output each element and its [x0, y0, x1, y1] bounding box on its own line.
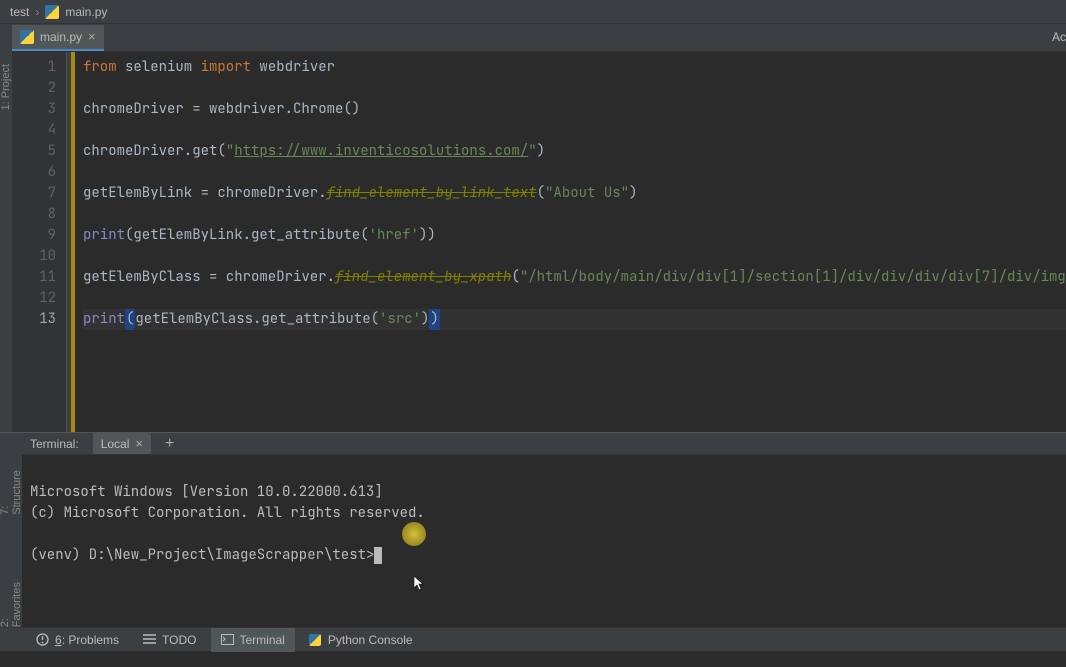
- close-icon[interactable]: ×: [88, 29, 96, 44]
- editor-tab-label: main.py: [40, 30, 82, 44]
- left-tool-strip-lower: 7: Structure 2: Favorites: [0, 433, 22, 627]
- code-editor[interactable]: 12345678910111213 from selenium import w…: [12, 52, 1066, 432]
- python-file-icon: [45, 5, 59, 19]
- code-line[interactable]: [83, 120, 1066, 141]
- tool-structure[interactable]: 7: Structure: [0, 463, 23, 515]
- terminal-cursor: [374, 547, 382, 564]
- terminal-title: Terminal:: [30, 437, 79, 451]
- editor-tab-bar: main.py ×: [12, 24, 1066, 52]
- breadcrumb-root[interactable]: test: [10, 5, 29, 19]
- code-line[interactable]: print(getElemByClass.get_attribute('src'…: [83, 309, 1066, 330]
- code-line[interactable]: from selenium import webdriver: [83, 57, 1066, 78]
- code-line[interactable]: print(getElemByLink.get_attribute('href'…: [83, 225, 1066, 246]
- code-line[interactable]: [83, 246, 1066, 267]
- breadcrumb: test › main.py: [0, 0, 1066, 24]
- code-line[interactable]: chromeDriver = webdriver.Chrome(): [83, 99, 1066, 120]
- chevron-right-icon: ›: [35, 5, 39, 19]
- close-icon[interactable]: ×: [135, 436, 143, 451]
- line-gutter: 12345678910111213: [12, 52, 67, 432]
- code-line[interactable]: [83, 204, 1066, 225]
- editor-tab-main[interactable]: main.py ×: [12, 25, 104, 51]
- breadcrumb-file[interactable]: main.py: [65, 5, 107, 19]
- tool-favorites[interactable]: 2: Favorites: [0, 575, 23, 627]
- code-line[interactable]: chromeDriver.get("https://www.inventicos…: [83, 141, 1066, 162]
- terminal-header: Terminal: Local × +: [22, 433, 1066, 455]
- code-line[interactable]: getElemByLink = chromeDriver.find_elemen…: [83, 183, 1066, 204]
- code-line[interactable]: getElemByClass = chromeDriver.find_eleme…: [83, 267, 1066, 288]
- python-file-icon: [20, 30, 34, 44]
- terminal-line: Microsoft Windows [Version 10.0.22000.61…: [30, 483, 383, 501]
- terminal-prompt: (venv) D:\New_Project\ImageScrapper\test…: [30, 546, 374, 564]
- terminal-line: (c) Microsoft Corporation. All rights re…: [30, 504, 425, 522]
- code-line[interactable]: [83, 162, 1066, 183]
- left-tool-strip: 1: Project: [0, 24, 12, 432]
- mouse-cursor-icon: [414, 534, 424, 548]
- notification-trim: Ac: [1052, 24, 1066, 50]
- tool-project[interactable]: 1: Project: [0, 64, 12, 110]
- code-line[interactable]: [83, 78, 1066, 99]
- add-terminal-icon[interactable]: +: [165, 435, 174, 453]
- terminal-tab-local[interactable]: Local ×: [93, 433, 151, 454]
- code-content[interactable]: from selenium import webdriver chromeDriv…: [75, 52, 1066, 432]
- code-line[interactable]: [83, 288, 1066, 309]
- terminal-content[interactable]: Microsoft Windows [Version 10.0.22000.61…: [22, 455, 1066, 635]
- terminal-tab-label: Local: [101, 437, 130, 451]
